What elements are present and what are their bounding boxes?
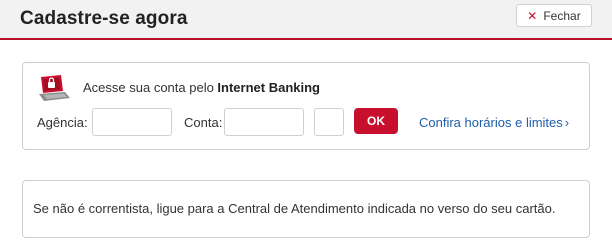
conta-label: Conta: — [184, 115, 223, 130]
access-text: Acesse sua conta pelo Internet Banking — [83, 80, 320, 95]
modal-header: Cadastre-se agora ✕ Fechar — [0, 0, 612, 40]
chevron-right-icon: › — [564, 115, 570, 130]
login-card: Acesse sua conta pelo Internet Banking A… — [22, 62, 590, 150]
hours-limits-label: Confira horários e limites — [419, 115, 563, 130]
access-text-bold: Internet Banking — [217, 80, 320, 95]
info-card: Se não é correntista, ligue para a Centr… — [22, 180, 590, 238]
modal-title: Cadastre-se agora — [20, 8, 188, 29]
ok-button[interactable]: OK — [354, 108, 398, 134]
laptop-lock-icon — [39, 75, 70, 101]
digito-input[interactable] — [314, 108, 344, 136]
agencia-label: Agência: — [37, 115, 88, 130]
hours-limits-link[interactable]: Confira horários e limites › — [419, 115, 569, 130]
close-button[interactable]: ✕ Fechar — [516, 4, 592, 27]
agencia-input[interactable] — [92, 108, 172, 136]
conta-input[interactable] — [224, 108, 304, 136]
info-text: Se não é correntista, ligue para a Centr… — [33, 201, 556, 216]
close-icon: ✕ — [527, 8, 538, 23]
access-text-intro: Acesse sua conta pelo — [83, 80, 218, 95]
close-label: Fechar — [543, 8, 581, 23]
